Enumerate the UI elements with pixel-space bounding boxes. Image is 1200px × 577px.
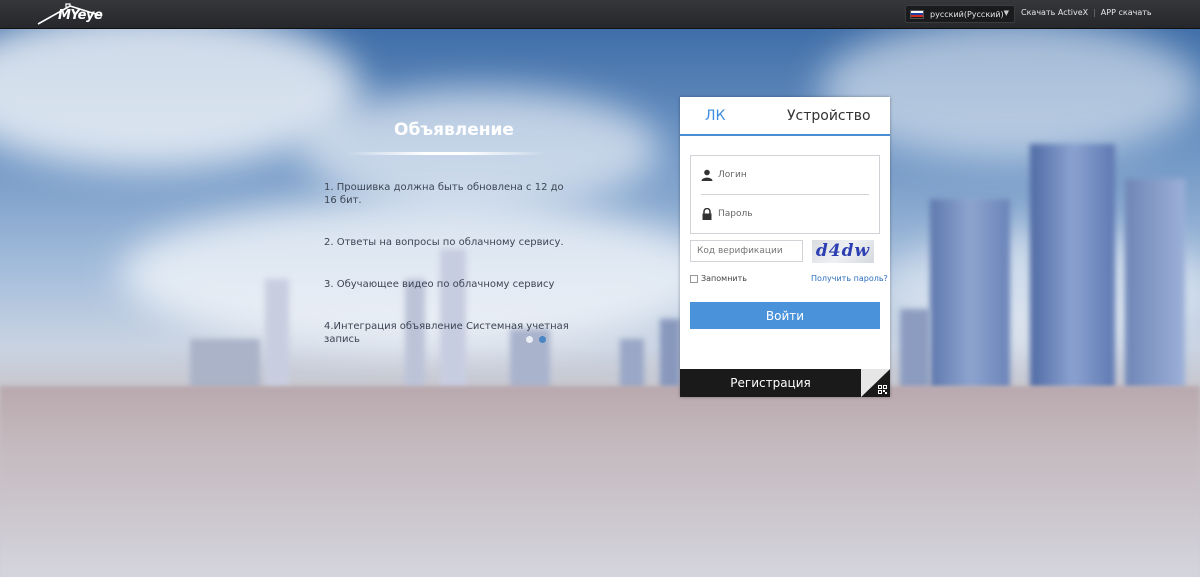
captcha-image[interactable]: d4dw: [812, 240, 874, 263]
language-select[interactable]: русский(Русский) ▼: [905, 5, 1015, 23]
link-separator: |: [1093, 8, 1096, 17]
username-row: [691, 156, 879, 194]
login-button[interactable]: Войти: [690, 302, 880, 329]
user-icon: [701, 169, 713, 181]
caret-down-icon: ▼: [1003, 9, 1009, 17]
top-bar: MYeye русский(Русский) ▼ Скачать ActiveX…: [0, 0, 1200, 29]
register-button[interactable]: Регистрация: [680, 369, 861, 397]
username-input[interactable]: [718, 165, 868, 185]
carousel-dot[interactable]: [526, 336, 533, 343]
logo-text: MYeye: [58, 8, 103, 23]
top-links: Скачать ActiveX | APP скачать: [1021, 8, 1152, 17]
announcement-item-3[interactable]: 3. Обучающее видео по облачному сервису: [324, 278, 574, 291]
title-divider: [346, 152, 546, 155]
download-activex-link[interactable]: Скачать ActiveX: [1021, 8, 1088, 17]
login-panel: ЛК Устройство d4dw Запомнить Получить па…: [680, 97, 890, 397]
qr-code-icon[interactable]: [861, 369, 890, 397]
announcement-item-2[interactable]: 2. Ответы на вопросы по облачному сервис…: [324, 236, 574, 249]
announcement-item-1[interactable]: 1. Прошивка должна быть обновлена с 12 д…: [324, 181, 574, 207]
logo[interactable]: MYeye: [36, 2, 116, 28]
announcement-title: Объявление: [394, 120, 514, 140]
remember-me-checkbox[interactable]: Запомнить: [690, 274, 747, 283]
password-row: [691, 195, 879, 233]
forgot-password-link[interactable]: Получить пароль?: [811, 274, 888, 283]
announcement-panel: Объявление 1. Прошивка должна быть обнов…: [320, 120, 580, 345]
lock-icon: [702, 208, 712, 220]
checkbox-box[interactable]: [690, 274, 698, 283]
russia-flag-icon: [910, 9, 924, 19]
tab-underline: [680, 134, 890, 136]
tab-account[interactable]: ЛК: [705, 108, 725, 124]
password-input[interactable]: [718, 204, 868, 224]
background-cityscape: [0, 29, 1200, 577]
credentials-box: [690, 155, 880, 234]
carousel-dot-active[interactable]: [539, 336, 546, 343]
app-download-link[interactable]: APP скачать: [1101, 8, 1152, 17]
login-tabs: ЛК Устройство: [680, 97, 890, 136]
tab-device[interactable]: Устройство: [787, 108, 871, 124]
verification-code-input[interactable]: [690, 240, 803, 262]
remember-me-label: Запомнить: [701, 274, 747, 283]
carousel-dots: [526, 336, 546, 343]
language-label: русский(Русский): [930, 9, 1004, 19]
